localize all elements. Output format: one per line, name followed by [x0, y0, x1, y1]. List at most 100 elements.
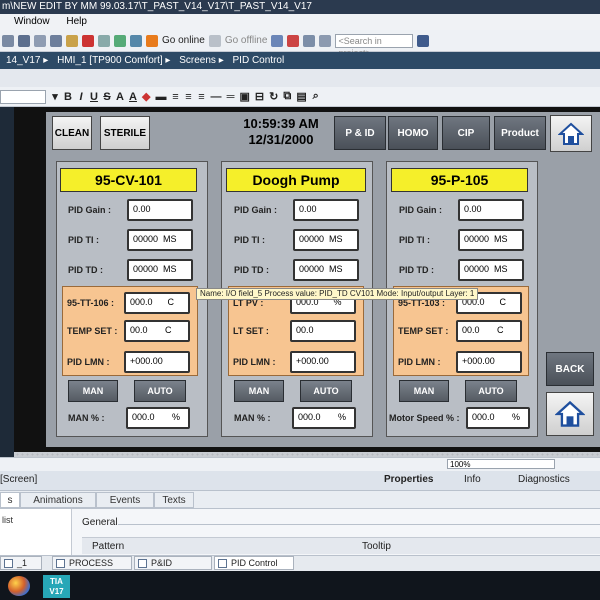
- arrange-icon[interactable]: ▣: [239, 90, 249, 103]
- subtab-texts[interactable]: Texts: [154, 492, 194, 508]
- home-icon: [558, 122, 584, 145]
- align-center-icon[interactable]: ≡: [184, 91, 192, 103]
- editor-tab-pid[interactable]: P&ID: [134, 556, 212, 570]
- italic-icon[interactable]: I: [77, 91, 85, 103]
- output-field[interactable]: 000.0 %: [466, 407, 530, 429]
- back-button[interactable]: BACK: [546, 352, 594, 386]
- editor-tab-process[interactable]: PROCESS: [52, 556, 132, 570]
- editor-tab[interactable]: _1: [0, 556, 42, 570]
- zoom-select[interactable]: 100%: [447, 459, 555, 469]
- tab-properties[interactable]: Properties: [384, 474, 433, 485]
- split-editor-icon[interactable]: [303, 34, 316, 47]
- output-field[interactable]: 000.0 %: [292, 407, 356, 429]
- font-size-select[interactable]: [0, 89, 46, 104]
- subtab-animations[interactable]: Animations: [20, 492, 96, 508]
- auto-button[interactable]: AUTO: [465, 380, 517, 402]
- go-offline-button[interactable]: Go offline: [225, 35, 268, 46]
- go-online-button[interactable]: Go online: [162, 35, 205, 46]
- download-icon[interactable]: [130, 34, 142, 47]
- man-button[interactable]: MAN: [234, 380, 284, 402]
- breadcrumb-item[interactable]: HMI_1 [TP900 Comfort]: [57, 55, 163, 66]
- clean-button[interactable]: CLEAN: [52, 116, 92, 150]
- pid-td-field[interactable]: 00000 MS: [127, 259, 193, 281]
- sterile-button[interactable]: STERILE: [100, 116, 150, 150]
- output-label: Motor Speed % :: [389, 413, 460, 423]
- breadcrumb-item[interactable]: PID Control: [233, 55, 285, 66]
- font-color-icon[interactable]: A: [129, 91, 137, 103]
- layer-icon[interactable]: ▤: [296, 90, 306, 103]
- pid-td-field[interactable]: 00000 MS: [293, 259, 359, 281]
- product-nav-button[interactable]: Product: [494, 116, 546, 150]
- homo-nav-button[interactable]: HOMO: [388, 116, 438, 150]
- go-offline-icon[interactable]: [208, 34, 221, 47]
- fill-color-icon[interactable]: ◆: [142, 90, 150, 103]
- line-width-icon[interactable]: ═: [226, 91, 235, 103]
- line-style-icon[interactable]: —: [210, 91, 221, 103]
- setpoint-field[interactable]: 00.0 C: [456, 320, 522, 342]
- pv-field[interactable]: 000.0 C: [124, 292, 190, 314]
- tia-portal-icon[interactable]: TIA V17: [43, 575, 70, 598]
- tab-diagnostics[interactable]: Diagnostics: [518, 474, 570, 485]
- print-icon[interactable]: [18, 34, 30, 47]
- zoom-icon[interactable]: ⌕: [312, 90, 320, 103]
- tab-info[interactable]: Info: [464, 474, 481, 485]
- paint-app-icon[interactable]: [8, 576, 30, 596]
- superscript-icon[interactable]: A: [116, 91, 124, 103]
- search-binoculars-icon[interactable]: [417, 34, 430, 47]
- menu-window[interactable]: Window: [14, 16, 50, 27]
- align-right-icon[interactable]: ≡: [197, 91, 205, 103]
- pid-gain-field[interactable]: 0.00: [458, 199, 524, 221]
- main-toolbar: Go online Go offline <Search in project>: [0, 30, 600, 58]
- auto-button[interactable]: AUTO: [134, 380, 186, 402]
- editor-tab-pid-control[interactable]: PID Control: [214, 556, 294, 570]
- cross-reference-icon[interactable]: [287, 34, 300, 47]
- pid-td-field[interactable]: 00000 MS: [458, 259, 524, 281]
- group-icon[interactable]: ⧉: [283, 90, 291, 103]
- subtab-properties[interactable]: s: [0, 492, 20, 508]
- save-icon[interactable]: [2, 34, 14, 47]
- delete-icon[interactable]: [82, 34, 94, 47]
- auto-button[interactable]: AUTO: [300, 380, 352, 402]
- property-list[interactable]: list: [0, 509, 72, 555]
- home-button-bottom[interactable]: [546, 392, 594, 436]
- pid-ti-field[interactable]: 00000 MS: [127, 229, 193, 251]
- setpoint-field[interactable]: 00.0 C: [124, 320, 190, 342]
- setpoint-field[interactable]: 00.0: [290, 320, 356, 342]
- output-field[interactable]: 000.0 %: [126, 407, 190, 429]
- breadcrumb-item[interactable]: 14_V17: [6, 55, 40, 66]
- menu-help[interactable]: Help: [66, 16, 87, 27]
- pid-ti-field[interactable]: 00000 MS: [293, 229, 359, 251]
- paste-icon[interactable]: [66, 34, 78, 47]
- underline-icon[interactable]: U: [90, 91, 98, 103]
- font-select-arrow-icon[interactable]: ▾: [51, 90, 59, 103]
- man-button[interactable]: MAN: [68, 380, 118, 402]
- compile-icon[interactable]: [114, 34, 126, 47]
- menu-bar: Window Help: [0, 14, 600, 30]
- cut-icon[interactable]: [34, 34, 46, 47]
- pid-nav-button[interactable]: P & ID: [334, 116, 386, 150]
- breadcrumb-item[interactable]: Screens: [179, 55, 216, 66]
- strikethrough-icon[interactable]: S: [103, 91, 111, 103]
- lmn-field[interactable]: +000.00: [290, 351, 356, 373]
- bold-icon[interactable]: B: [64, 91, 72, 103]
- pattern-column-header: Pattern: [92, 541, 125, 552]
- layout-icon[interactable]: [319, 34, 332, 47]
- cip-nav-button[interactable]: CIP: [442, 116, 490, 150]
- project-search-input[interactable]: <Search in project>: [335, 33, 414, 58]
- pid-gain-field[interactable]: 0.00: [127, 199, 193, 221]
- lmn-field[interactable]: +000.00: [124, 351, 190, 373]
- subtab-events[interactable]: Events: [96, 492, 154, 508]
- home-button[interactable]: [550, 115, 592, 152]
- pid-gain-field[interactable]: 0.00: [293, 199, 359, 221]
- align-left-icon[interactable]: ≡: [171, 91, 179, 103]
- pid-ti-field[interactable]: 00000 MS: [458, 229, 524, 251]
- accessible-devices-icon[interactable]: [271, 34, 284, 47]
- lmn-field[interactable]: +000.00: [456, 351, 522, 373]
- go-online-icon[interactable]: [146, 34, 158, 47]
- undo-icon[interactable]: [98, 34, 110, 47]
- line-color-icon[interactable]: ▬: [155, 91, 166, 103]
- align-objects-icon[interactable]: ⊟: [255, 90, 264, 103]
- man-button[interactable]: MAN: [399, 380, 449, 402]
- rotate-icon[interactable]: ↻: [269, 90, 278, 103]
- copy-icon[interactable]: [50, 34, 62, 47]
